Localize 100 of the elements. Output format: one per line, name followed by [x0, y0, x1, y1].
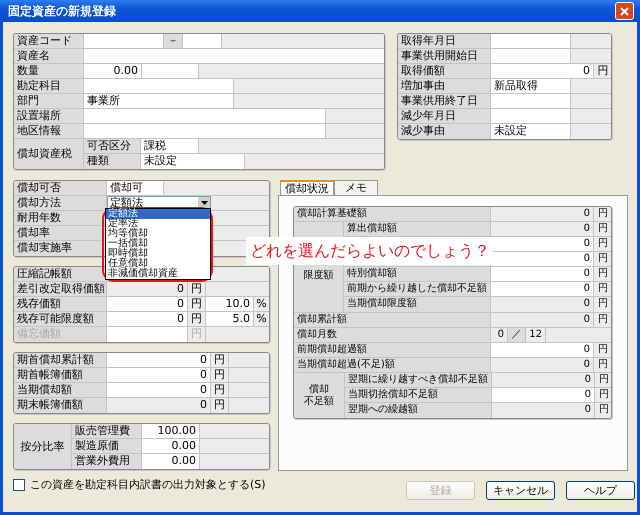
field-label: 前期償却超過額 [294, 343, 491, 357]
dropdown-option[interactable]: 任意償却 [106, 259, 210, 269]
input-field[interactable]: 0 [491, 252, 594, 266]
input-field[interactable] [84, 49, 384, 63]
input-field[interactable]: 未設定 [491, 124, 571, 139]
field-label: 期首償却累計額 [14, 353, 107, 367]
input-field[interactable]: 事業所 [84, 94, 234, 108]
input-field[interactable]: 0 [107, 312, 188, 326]
input-field[interactable] [84, 34, 164, 48]
unit-label: 円 [594, 64, 611, 78]
input-field[interactable] [183, 34, 222, 48]
unit-label: 円 [595, 403, 611, 418]
input-field[interactable]: 0 [107, 353, 211, 367]
field-label: 償却方法 [14, 196, 107, 210]
input-field[interactable]: 100.00 [142, 424, 200, 438]
unit-label: 円 [594, 237, 611, 251]
field-label: 償却計算基礎額 [294, 207, 491, 221]
separator-label: ／ [508, 328, 526, 342]
field-label: 算出償却額 [344, 222, 491, 236]
input-field[interactable]: 0 [107, 297, 188, 311]
field-label: 減少年月日 [398, 109, 491, 123]
dropdown-option[interactable]: 即時償却 [106, 249, 210, 259]
field-label: 前期から繰り越した償却不足額 [344, 282, 491, 296]
tab[interactable]: 償却状況 [280, 180, 334, 195]
button[interactable]: キャンセル [486, 481, 555, 500]
field-label: 償却累計額 [294, 313, 491, 327]
unit-label: 円 [595, 373, 611, 387]
unit-label: 円 [594, 358, 611, 372]
group-label: 不足額 [304, 396, 334, 408]
dropdown-option[interactable]: 均等償却 [106, 229, 210, 239]
unit-label: 円 [594, 313, 611, 327]
field-label: 事業供用開始日 [398, 49, 491, 63]
dropdown-option[interactable]: 定率法 [106, 219, 210, 229]
unit-label: 円 [594, 222, 611, 236]
input-field[interactable] [84, 109, 326, 123]
field-label: 残存可能限度額 [14, 312, 107, 326]
input-field[interactable] [84, 124, 326, 138]
close-icon [620, 6, 629, 16]
group-label: 按分比率 [14, 424, 72, 469]
field-label: 特別償却額 [344, 267, 491, 281]
input-field[interactable]: 課税 [141, 139, 199, 153]
field-label: 期末帳簿価額 [14, 398, 107, 413]
field-label: 資産コード [14, 34, 84, 48]
unit-label: % [254, 297, 269, 311]
input-field[interactable]: 0 [491, 343, 594, 357]
input-field[interactable]: 0 [492, 388, 595, 402]
unit-label: 円 [594, 252, 611, 266]
input-field[interactable]: 0 [491, 64, 594, 78]
input-field[interactable]: 0.00 [84, 64, 142, 78]
field-label: 翌期への繰越額 [345, 403, 492, 418]
input-field[interactable]: 0 [107, 383, 211, 397]
field-label: 償却率 [14, 226, 107, 240]
field-label: 事業供用終了日 [398, 94, 491, 108]
field-label: 当期償却額 [14, 383, 107, 397]
input-field[interactable] [84, 79, 234, 93]
tab[interactable]: メモ [334, 180, 378, 195]
input-field[interactable] [491, 34, 571, 48]
unit-label: 円 [594, 343, 611, 357]
button[interactable]: ヘルプ [566, 481, 635, 500]
dropdown-option[interactable]: 一括償却 [106, 239, 210, 249]
field-label: 数量 [14, 64, 84, 78]
close-button[interactable] [615, 2, 634, 20]
input-field[interactable]: 0 [491, 282, 594, 296]
input-field[interactable] [491, 109, 571, 123]
separator-label: － [164, 34, 183, 48]
field-label: 耐用年数 [14, 211, 107, 225]
unit-label: 円 [594, 282, 611, 296]
checkbox[interactable] [13, 478, 25, 490]
unit-label: 円 [595, 388, 611, 402]
field-label: 種類 [84, 154, 141, 169]
input-field[interactable] [491, 49, 571, 63]
field-label: 設置場所 [14, 109, 84, 123]
input-field[interactable]: 0 [491, 237, 594, 251]
unit-label: 円 [594, 297, 611, 312]
input-field[interactable]: 新品取得 [491, 79, 571, 93]
input-field[interactable] [142, 64, 199, 78]
input-field[interactable]: 10.0 [206, 297, 254, 311]
input-field[interactable]: 0.00 [142, 454, 200, 469]
field-label: 増加事由 [398, 79, 491, 93]
field-label: 取得価額 [398, 64, 491, 78]
field-label: 製造原価 [72, 439, 142, 453]
dropdown-option[interactable]: 非減価償却資産 [106, 269, 210, 279]
input-field[interactable]: 償却可 [107, 181, 164, 195]
input-field[interactable]: 5.0 [206, 312, 254, 326]
group-label: 償却資産税 [14, 139, 84, 169]
field-label: 地区情報 [14, 124, 84, 138]
field-label: 販売管理費 [72, 424, 142, 438]
field-label: 当期切捨償却不足額 [345, 388, 492, 402]
input-field[interactable]: 0 [107, 368, 211, 382]
group-label: 償却 [309, 384, 329, 396]
input-field[interactable]: 0.00 [142, 439, 200, 453]
input-field[interactable]: 未設定 [141, 154, 245, 169]
field-label: 圧縮記帳額 [14, 267, 107, 281]
input-field[interactable]: 0 [491, 267, 594, 281]
input-field[interactable] [491, 94, 571, 108]
field-label: 翌期に繰り越すべき償却不足額 [345, 373, 492, 387]
dropdown-option[interactable]: 定額法 [106, 209, 210, 219]
field-label: 差引改定取得価額 [14, 282, 107, 296]
field-label: 残存価額 [14, 297, 107, 311]
field-label: 当期償却超過(不足)額 [294, 358, 491, 372]
